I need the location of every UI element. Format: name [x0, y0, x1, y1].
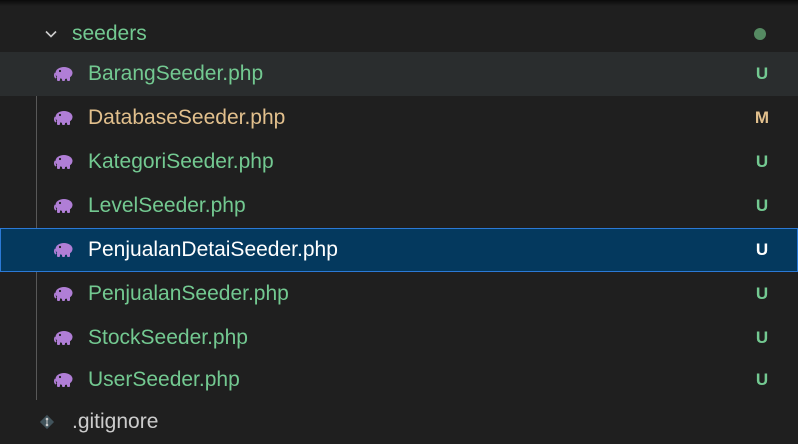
file-row[interactable]: BarangSeeder.php U: [0, 52, 798, 96]
file-explorer-tree: seeders BarangSeeder.php U DatabaseSeeder.…: [0, 0, 798, 444]
folder-seeders[interactable]: seeders: [0, 12, 798, 56]
php-elephant-icon: [52, 184, 76, 228]
php-elephant-icon: [52, 140, 76, 184]
file-label: UserSeeder.php: [88, 368, 240, 391]
git-status-badge: U: [755, 152, 769, 171]
git-status-badge: U: [755, 196, 769, 215]
file-row[interactable]: PenjualanSeeder.php U: [0, 272, 798, 316]
git-change-dot: [754, 28, 766, 40]
folder-label: seeders: [72, 22, 147, 45]
git-status-badge: U: [755, 240, 769, 259]
file-row[interactable]: KategoriSeeder.php U: [0, 140, 798, 184]
php-elephant-icon: [52, 52, 76, 96]
git-status-badge: U: [755, 284, 769, 303]
git-diamond-icon: [36, 400, 58, 444]
file-label: LevelSeeder.php: [88, 194, 246, 217]
file-row[interactable]: StockSeeder.php U: [0, 316, 798, 360]
file-label: .gitignore: [72, 410, 159, 433]
php-elephant-icon: [52, 358, 76, 402]
chevron-down-icon[interactable]: [40, 12, 62, 56]
file-label: PenjualanDetaiSeeder.php: [88, 238, 338, 261]
git-status-badge: U: [755, 370, 769, 389]
git-status-badge: M: [754, 108, 770, 127]
php-elephant-icon: [52, 272, 76, 316]
php-elephant-icon: [52, 316, 76, 360]
php-elephant-icon: [52, 228, 76, 272]
file-label: KategoriSeeder.php: [88, 150, 274, 173]
file-row[interactable]: UserSeeder.php U: [0, 358, 798, 402]
file-label: DatabaseSeeder.php: [88, 106, 286, 129]
scroll-shadow: [0, 0, 798, 6]
git-status-badge: U: [755, 64, 769, 83]
git-status-badge: U: [755, 328, 769, 347]
file-label: BarangSeeder.php: [88, 62, 264, 85]
file-row[interactable]: LevelSeeder.php U: [0, 184, 798, 228]
file-gitignore[interactable]: .gitignore: [0, 400, 798, 444]
file-row[interactable]: DatabaseSeeder.php M: [0, 96, 798, 140]
file-label: StockSeeder.php: [88, 326, 248, 349]
php-elephant-icon: [52, 96, 76, 140]
file-row[interactable]: PenjualanDetaiSeeder.php U: [0, 228, 798, 272]
file-label: PenjualanSeeder.php: [88, 282, 289, 305]
